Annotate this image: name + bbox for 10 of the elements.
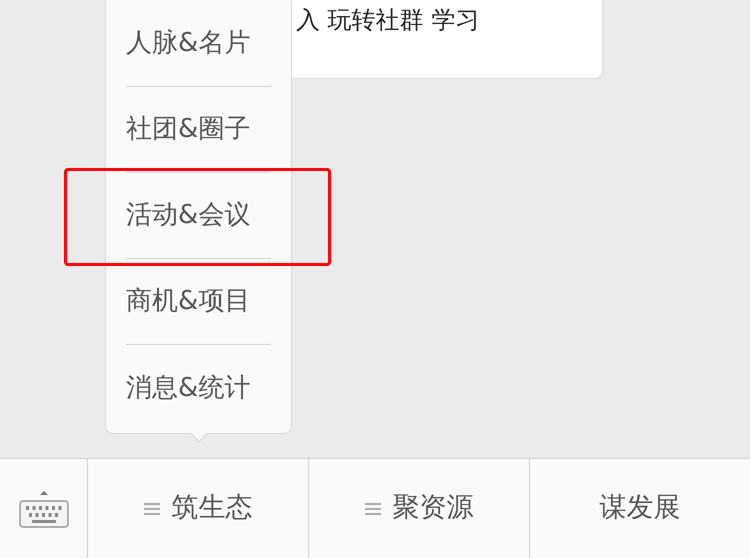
popup-menu-item[interactable]: 消息&统计 <box>126 368 250 408</box>
popup-menu-item[interactable]: 人脉&名片 <box>126 24 250 63</box>
popup-menu-item[interactable]: 活动&会议 <box>126 196 250 235</box>
popup-menu-item[interactable]: 商机&项目 <box>126 282 250 321</box>
message-text: 入 玩转社群 学习 <box>296 6 480 34</box>
bottom-menu-tab[interactable]: 聚资源 <box>309 459 530 558</box>
keyboard-icon[interactable] <box>18 488 70 528</box>
bottom-menu-tab[interactable]: 谋发展 <box>530 459 750 558</box>
bottom-menu-tab[interactable]: 筑生态 <box>88 459 309 558</box>
popup-menu-item[interactable]: 社团&圈子 <box>126 110 250 149</box>
